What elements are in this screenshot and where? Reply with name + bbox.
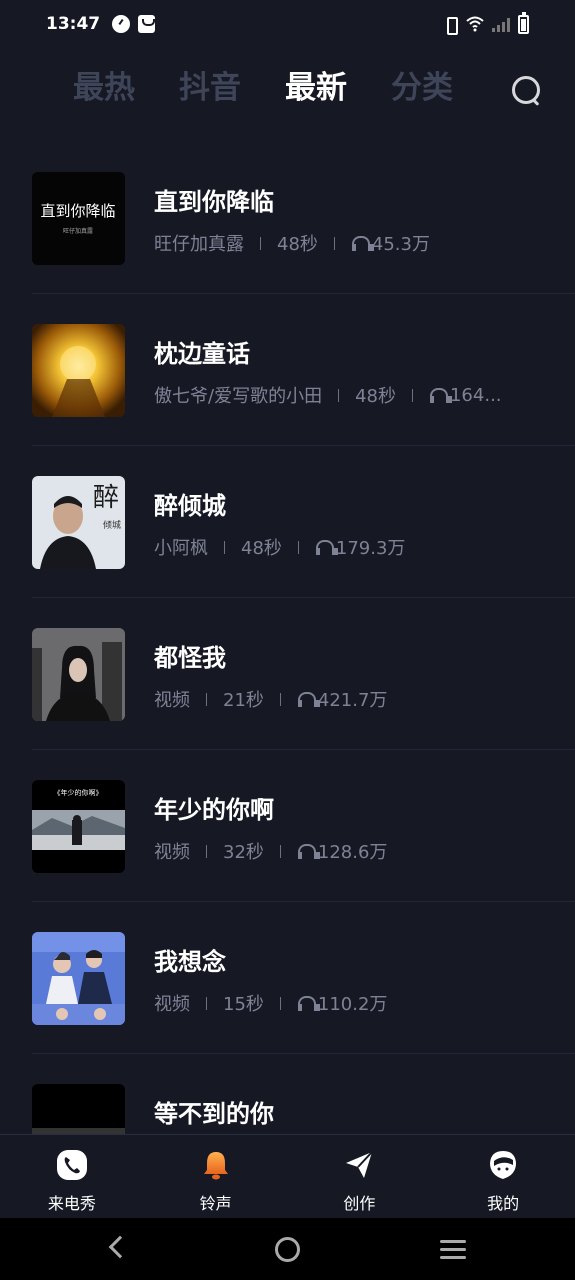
- song-artist: 视频: [154, 690, 190, 711]
- headphone-icon: [315, 539, 338, 555]
- battery-icon: [518, 11, 529, 34]
- list-item[interactable]: 枕边童话 傲七爷/爱写歌的小田 48秒 164...: [0, 294, 575, 446]
- divider: [297, 540, 299, 554]
- song-title: 醉倾城: [154, 492, 226, 520]
- list-item[interactable]: 醉 倾城 醉倾城 小阿枫 48秒 179.3万: [0, 446, 575, 598]
- nav-item-create[interactable]: 创作: [288, 1135, 432, 1218]
- system-nav-bar: [0, 1218, 575, 1280]
- clock-app-icon: [112, 15, 131, 33]
- home-icon[interactable]: [275, 1237, 300, 1262]
- song-plays: 128.6万: [317, 842, 388, 863]
- divider: [338, 388, 340, 402]
- song-cover: [32, 628, 125, 721]
- song-meta: 视频 21秒 421.7万: [154, 686, 387, 712]
- song-cover: 直到你降临 旺仔加真露: [32, 172, 125, 265]
- wifi-icon: [466, 16, 484, 32]
- headphone-icon: [297, 843, 320, 859]
- list-item[interactable]: 《年少的你啊》 年少的你啊 视频 32秒 128.6万: [0, 750, 575, 902]
- tab-douyin[interactable]: 抖音: [179, 72, 241, 104]
- song-cover: 《年少的你啊》: [32, 780, 125, 873]
- tab-hottest[interactable]: 最热: [73, 72, 135, 104]
- song-meta: 旺仔加真露 48秒 45.3万: [154, 230, 430, 256]
- shopping-bag-icon: [138, 15, 156, 33]
- profile-icon: [490, 1151, 517, 1179]
- headphone-icon: [297, 995, 320, 1011]
- vibrate-icon: [442, 16, 458, 35]
- headphone-icon: [351, 235, 374, 251]
- song-plays: 421.7万: [317, 690, 388, 711]
- song-duration: 21秒: [223, 690, 264, 711]
- divider: [206, 692, 207, 706]
- list-item[interactable]: 都怪我 视频 21秒 421.7万: [0, 598, 575, 750]
- svg-text:倾城: 倾城: [103, 519, 121, 531]
- divider: [279, 996, 281, 1010]
- song-meta: 傲七爷/爱写歌的小田 48秒 164...: [154, 382, 502, 408]
- song-meta: 视频 15秒 110.2万: [154, 990, 387, 1016]
- divider: [279, 692, 281, 706]
- song-plays: 164...: [449, 384, 502, 406]
- song-duration: 48秒: [355, 386, 396, 407]
- nav-item-ringtone[interactable]: 铃声: [144, 1135, 288, 1218]
- headphone-icon: [297, 691, 320, 707]
- search-icon[interactable]: [512, 76, 542, 106]
- tab-category[interactable]: 分类: [391, 72, 453, 104]
- back-icon[interactable]: [108, 1235, 132, 1259]
- divider: [411, 388, 413, 402]
- song-title: 我想念: [154, 948, 226, 976]
- cover-text: 直到你降临: [40, 202, 115, 220]
- divider: [206, 996, 207, 1010]
- song-meta: 视频 32秒 128.6万: [154, 838, 387, 864]
- song-artist: 旺仔加真露: [154, 234, 244, 255]
- nav-item-call-show[interactable]: 来电秀: [0, 1135, 144, 1218]
- song-duration: 32秒: [223, 842, 264, 863]
- song-cover: [32, 932, 125, 1025]
- svg-text:《年少的你啊》: 《年少的你啊》: [54, 788, 103, 797]
- list-item[interactable]: 我想念 视频 15秒 110.2万: [0, 902, 575, 1054]
- song-plays: 110.2万: [317, 994, 388, 1015]
- song-title: 直到你降临: [154, 188, 274, 216]
- phone-icon: [56, 1150, 87, 1180]
- status-bar: 13:47: [0, 0, 575, 48]
- category-tabs: 最热 抖音 最新 分类: [0, 62, 575, 114]
- nav-label: 创作: [343, 1194, 376, 1213]
- nav-item-mine[interactable]: 我的: [431, 1135, 575, 1218]
- song-artist: 视频: [154, 994, 190, 1015]
- song-artist: 视频: [154, 842, 190, 863]
- list-item[interactable]: 直到你降临 旺仔加真露 直到你降临 旺仔加真露 48秒 45.3万: [0, 142, 575, 294]
- song-duration: 48秒: [241, 538, 282, 559]
- song-title: 枕边童话: [154, 340, 250, 368]
- song-duration: 48秒: [277, 234, 318, 255]
- song-plays: 179.3万: [335, 538, 406, 559]
- nav-label: 铃声: [199, 1194, 232, 1213]
- recents-icon[interactable]: [440, 1240, 466, 1264]
- divider: [206, 844, 207, 858]
- song-cover: 醉 倾城: [32, 476, 125, 569]
- divider: [224, 540, 225, 554]
- bell-icon: [203, 1152, 228, 1180]
- status-time: 13:47: [46, 14, 101, 34]
- song-title: 年少的你啊: [154, 796, 274, 824]
- svg-text:旺仔加真露: 旺仔加真露: [63, 227, 93, 235]
- signal-icon: [492, 16, 510, 32]
- song-list: 直到你降临 旺仔加真露 直到你降临 旺仔加真露 48秒 45.3万 枕边童话 傲…: [0, 142, 575, 1206]
- song-duration: 15秒: [223, 994, 264, 1015]
- nav-label: 来电秀: [47, 1194, 96, 1213]
- song-artist: 傲七爷/爱写歌的小田: [154, 386, 323, 407]
- svg-text:醉: 醉: [93, 483, 119, 513]
- song-cover: [32, 324, 125, 417]
- song-plays: 45.3万: [371, 234, 430, 255]
- song-artist: 小阿枫: [154, 538, 208, 559]
- divider: [333, 236, 335, 250]
- divider: [279, 844, 281, 858]
- song-meta: 小阿枫 48秒 179.3万: [154, 534, 405, 560]
- tab-newest[interactable]: 最新: [285, 72, 347, 104]
- paper-plane-icon: [346, 1151, 374, 1178]
- nav-label: 我的: [487, 1194, 520, 1213]
- song-title: 都怪我: [154, 644, 226, 672]
- song-title: 等不到的你: [154, 1100, 274, 1128]
- bottom-nav: 来电秀 铃声 创作 我的: [0, 1134, 575, 1218]
- headphone-icon: [429, 387, 452, 403]
- divider: [260, 236, 261, 250]
